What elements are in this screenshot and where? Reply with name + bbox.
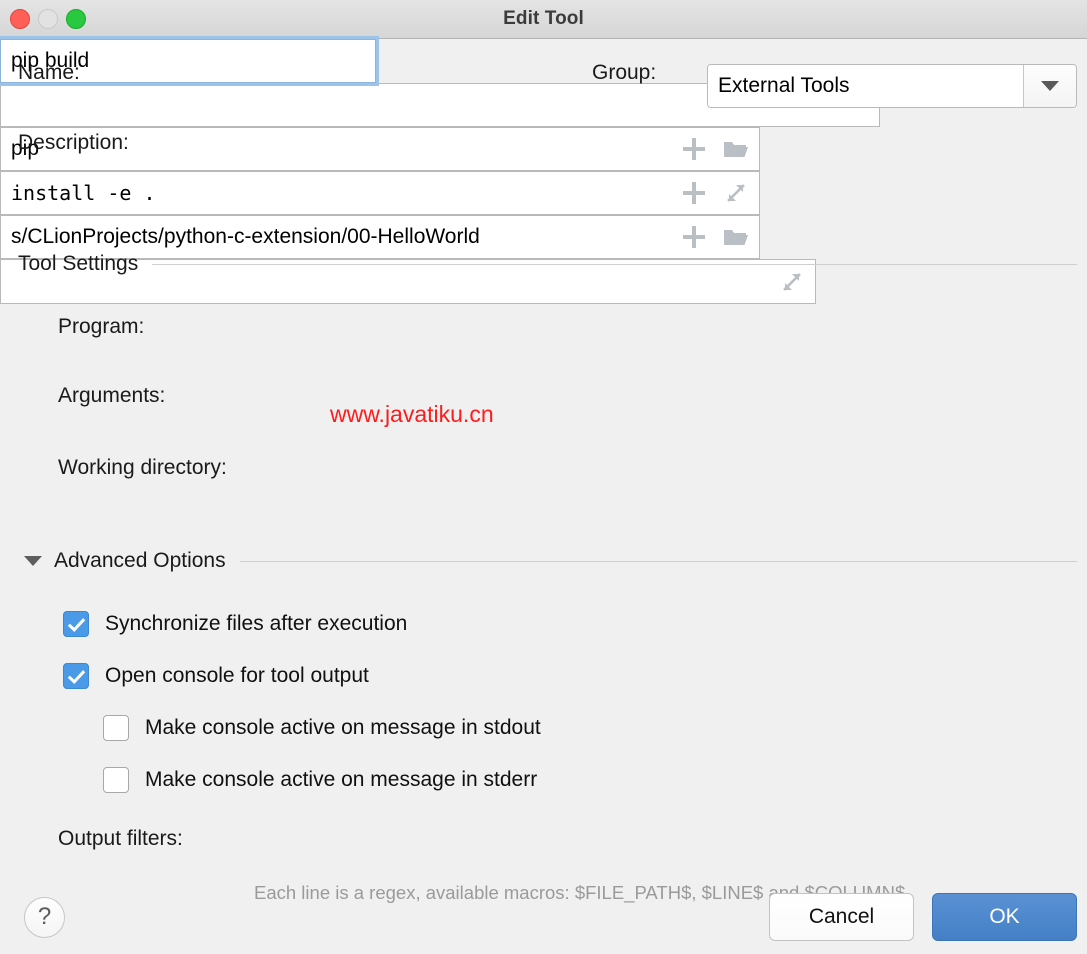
checkbox-row-stdout[interactable]: Make console active on message in stdout [103, 715, 541, 741]
checkbox-open-console[interactable] [63, 663, 89, 689]
arguments-row: Arguments: [58, 384, 165, 408]
working-directory-row: Working directory: [58, 456, 227, 480]
section-divider [239, 560, 1077, 562]
working-directory-input-value: s/CLionProjects/python-c-extension/00-He… [11, 225, 480, 248]
tool-settings-section-header: Tool Settings [18, 252, 1077, 276]
title-bar: Edit Tool [0, 0, 1087, 39]
zoom-window-button[interactable] [66, 9, 86, 29]
chevron-down-icon [1041, 81, 1059, 91]
ok-button[interactable]: OK [932, 893, 1077, 941]
arguments-input[interactable]: install -e . [0, 171, 760, 215]
advanced-options-section-header[interactable]: Advanced Options [24, 549, 1077, 573]
arguments-label: Arguments: [58, 384, 166, 407]
watermark-text: www.javatiku.cn [330, 401, 494, 427]
description-label: Description: [18, 131, 129, 154]
output-filters-label: Output filters: [58, 827, 183, 850]
name-label: Name: [18, 61, 80, 84]
group-select-value: External Tools [708, 65, 1023, 107]
close-window-button[interactable] [10, 9, 30, 29]
folder-icon[interactable] [723, 224, 749, 250]
arguments-input-value: install -e . [11, 181, 156, 205]
working-directory-label: Working directory: [58, 456, 227, 479]
checkbox-sync-files[interactable] [63, 611, 89, 637]
edit-tool-dialog: Edit Tool Name: pip build Group: Externa… [0, 0, 1087, 954]
group-row: Group: [592, 61, 656, 85]
dialog-body: Name: pip build Group: External Tools De… [0, 36, 1087, 954]
plus-icon[interactable] [681, 136, 707, 162]
plus-icon[interactable] [681, 224, 707, 250]
checkbox-label-stdout: Make console active on message in stdout [145, 716, 541, 739]
description-row: Description: [18, 131, 129, 155]
program-row: Program: [58, 315, 144, 339]
checkbox-label-stderr: Make console active on message in stderr [145, 768, 538, 791]
expand-icon[interactable] [779, 269, 805, 295]
group-select[interactable]: External Tools [707, 64, 1077, 108]
checkbox-console-active-stderr[interactable] [103, 767, 129, 793]
checkbox-label-open-console: Open console for tool output [105, 664, 369, 687]
help-button[interactable]: ? [24, 896, 65, 938]
checkbox-row-stderr[interactable]: Make console active on message in stderr [103, 767, 537, 793]
plus-icon[interactable] [681, 180, 707, 206]
arguments-input-actions [671, 180, 749, 206]
dialog-footer: ? Cancel OK [0, 880, 1087, 954]
advanced-options-label: Advanced Options [54, 549, 226, 572]
expand-icon[interactable] [723, 180, 749, 206]
working-directory-input-actions [671, 224, 749, 250]
disclosure-triangle-icon[interactable] [24, 556, 42, 566]
checkbox-row-sync-files[interactable]: Synchronize files after execution [63, 611, 407, 637]
output-filters-row: Output filters: [58, 827, 183, 851]
window-title: Edit Tool [503, 8, 584, 29]
group-label: Group: [592, 61, 657, 84]
tool-settings-label: Tool Settings [18, 252, 139, 275]
section-divider [152, 263, 1077, 265]
program-label: Program: [58, 315, 145, 338]
program-input-actions [671, 136, 749, 162]
group-select-button[interactable] [1023, 65, 1076, 107]
folder-icon[interactable] [723, 136, 749, 162]
window-controls [10, 9, 86, 29]
name-row: Name: [18, 61, 80, 85]
minimize-window-button[interactable] [38, 9, 58, 29]
checkbox-row-open-console[interactable]: Open console for tool output [63, 663, 369, 689]
checkbox-label-sync-files: Synchronize files after execution [105, 612, 408, 635]
checkbox-console-active-stdout[interactable] [103, 715, 129, 741]
cancel-button[interactable]: Cancel [769, 893, 914, 941]
